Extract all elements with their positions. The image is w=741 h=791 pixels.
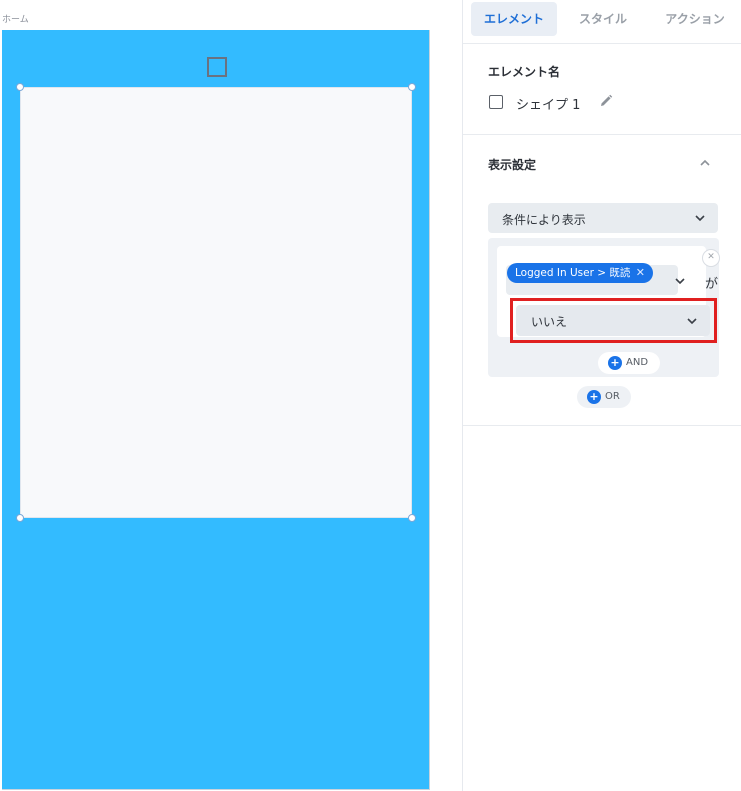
condition-field-label: Logged In User > 既読 xyxy=(515,267,631,279)
visibility-title: 表示設定 xyxy=(488,158,537,172)
visibility-mode-value: 条件により表示 xyxy=(502,213,586,227)
element-name-title: エレメント名 xyxy=(488,65,561,79)
chevron-down-icon xyxy=(687,318,697,325)
resize-handle-top-left[interactable] xyxy=(16,83,24,91)
chevron-down-icon xyxy=(695,215,705,222)
resize-handle-bottom-right[interactable] xyxy=(408,514,416,522)
condition-value-select[interactable]: いいえ xyxy=(516,305,710,336)
close-icon[interactable]: ✕ xyxy=(636,263,645,283)
tab-element[interactable]: エレメント xyxy=(471,2,557,36)
properties-panel: エレメント スタイル アクション エレメント名 シェイプ 1 表示設定 条件によ… xyxy=(462,0,741,791)
chevron-down-icon[interactable] xyxy=(674,277,686,285)
plus-icon: + xyxy=(608,356,622,370)
shape-type-icon xyxy=(207,57,227,77)
condition-connector: が xyxy=(705,277,719,292)
visibility-mode-select[interactable]: 条件により表示 xyxy=(488,203,718,233)
add-and-button[interactable]: + AND xyxy=(598,352,660,374)
condition-value: いいえ xyxy=(531,315,568,329)
tab-action[interactable]: アクション xyxy=(649,2,741,36)
element-name-row: シェイプ 1 xyxy=(489,93,729,113)
element-name-section: エレメント名 シェイプ 1 xyxy=(463,44,741,135)
screen-canvas[interactable] xyxy=(2,30,430,790)
condition-field-pill[interactable]: Logged In User > 既読 ✕ xyxy=(507,263,653,283)
add-or-button[interactable]: + OR xyxy=(577,386,631,408)
condition-group: ✕ が いいえ Logged In User > 既読 ✕ + AND xyxy=(488,238,720,377)
condition-card: ✕ が いいえ xyxy=(497,246,720,343)
and-label: AND xyxy=(626,357,649,368)
panel-tabs: エレメント スタイル アクション xyxy=(463,0,741,44)
shape-checkbox-icon xyxy=(489,95,503,109)
app-root: ホーム エレメント スタイル アクション エレメント名 シェイプ 1 表示設定 … xyxy=(0,0,741,791)
remove-condition-icon[interactable]: ✕ xyxy=(702,249,720,267)
plus-icon: + xyxy=(587,390,601,404)
pencil-icon[interactable] xyxy=(598,93,614,109)
visibility-section: 表示設定 条件により表示 ✕ が いいえ Logged In User > 既読… xyxy=(463,135,741,426)
tab-style[interactable]: スタイル xyxy=(563,2,643,36)
resize-handle-top-right[interactable] xyxy=(408,83,416,91)
chevron-up-icon[interactable] xyxy=(697,155,713,171)
selected-shape[interactable] xyxy=(20,87,412,518)
resize-handle-bottom-left[interactable] xyxy=(16,514,24,522)
screen-label: ホーム xyxy=(2,15,29,25)
element-name-value: シェイプ 1 xyxy=(516,98,581,113)
or-label: OR xyxy=(605,391,620,402)
